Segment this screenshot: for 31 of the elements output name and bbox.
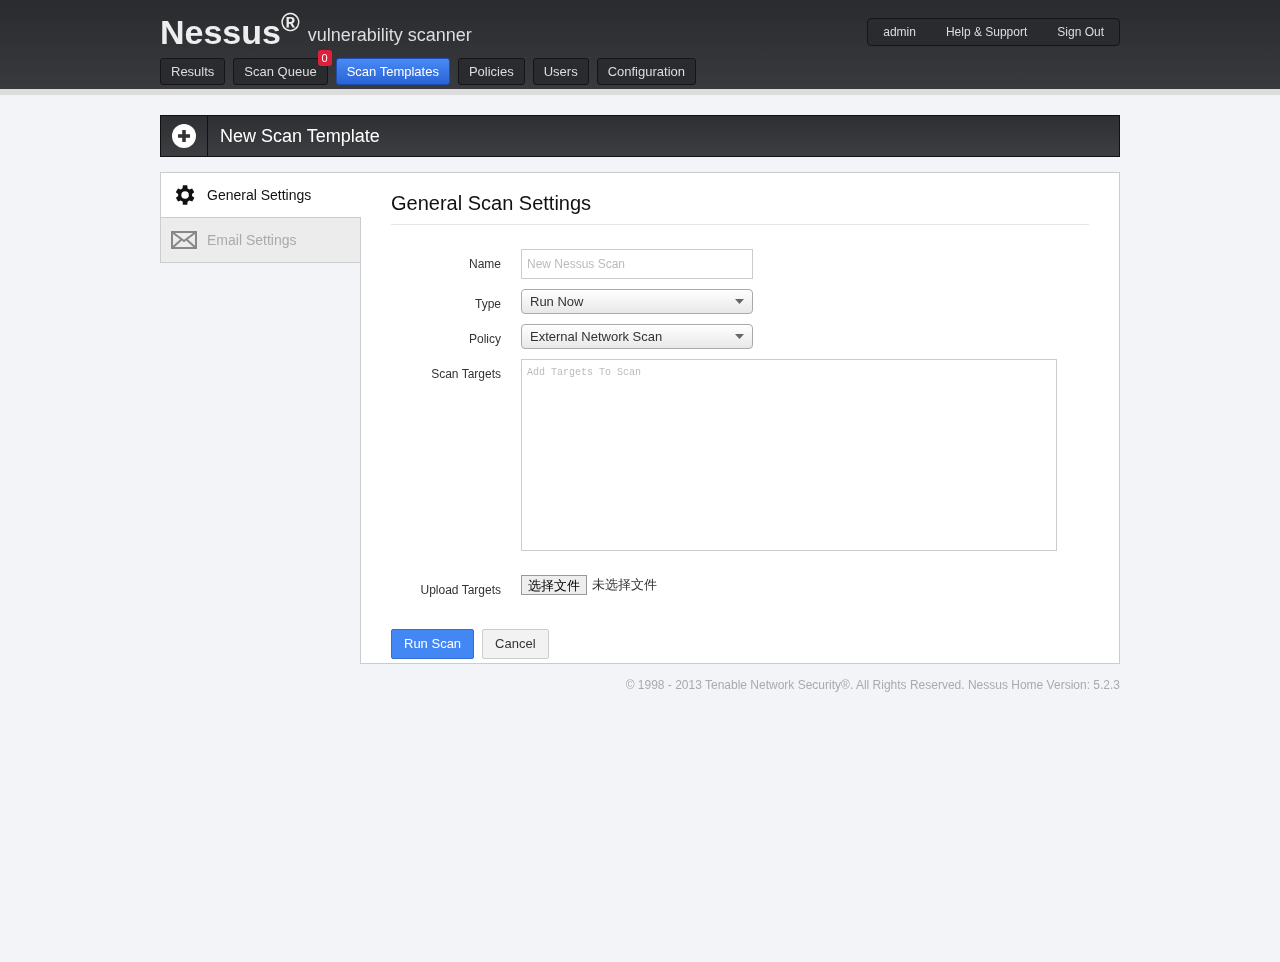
- select-field[interactable]: Run Now: [521, 289, 753, 314]
- select-field[interactable]: External Network Scan: [521, 324, 753, 349]
- footer-text: © 1998 - 2013 Tenable Network Security®. All Rights Reserved. Nessus Home Version: 5.2.3: [625, 677, 1120, 694]
- nav-tab[interactable]: Results: [160, 58, 226, 85]
- sidebar-tab[interactable]: General Settings: [160, 172, 361, 218]
- user-menu-link[interactable]: Help & Support: [945, 23, 1028, 41]
- nav-tab[interactable]: Scan Templates: [335, 58, 450, 85]
- logo: Nessus$^{®}$: [160, 14, 300, 50]
- targets-textarea[interactable]: Add Targets To Scan: [521, 359, 1057, 551]
- caret-icon: [735, 299, 744, 304]
- tagline: vulnerability scanner: [307, 24, 472, 47]
- name-input[interactable]: New Nessus Scan: [521, 249, 753, 279]
- field-label: Upload Targets: [420, 582, 501, 599]
- page-title: New Scan Template: [220, 124, 380, 148]
- form-title: General Scan Settings: [391, 192, 592, 214]
- plus-circle-icon: [172, 124, 196, 148]
- envelope-icon: [171, 231, 197, 249]
- field-label: Type: [475, 296, 501, 313]
- form-button[interactable]: Cancel: [482, 629, 549, 659]
- field-label: Scan Targets: [431, 366, 501, 383]
- file-status: 未选择文件: [592, 576, 657, 595]
- user-menu-link[interactable]: admin: [883, 23, 916, 41]
- choose-file-button[interactable]: 选择文件: [521, 575, 587, 595]
- nav-tab[interactable]: Configuration: [596, 58, 696, 85]
- nav-tab[interactable]: Policies: [457, 58, 525, 85]
- field-label: Name: [469, 256, 501, 273]
- field-label: Policy: [469, 331, 501, 348]
- caret-icon: [735, 334, 744, 339]
- count-badge: 0: [317, 50, 332, 66]
- user-menu-link[interactable]: Sign Out: [1057, 23, 1104, 41]
- nav-tab[interactable]: Users: [532, 58, 589, 85]
